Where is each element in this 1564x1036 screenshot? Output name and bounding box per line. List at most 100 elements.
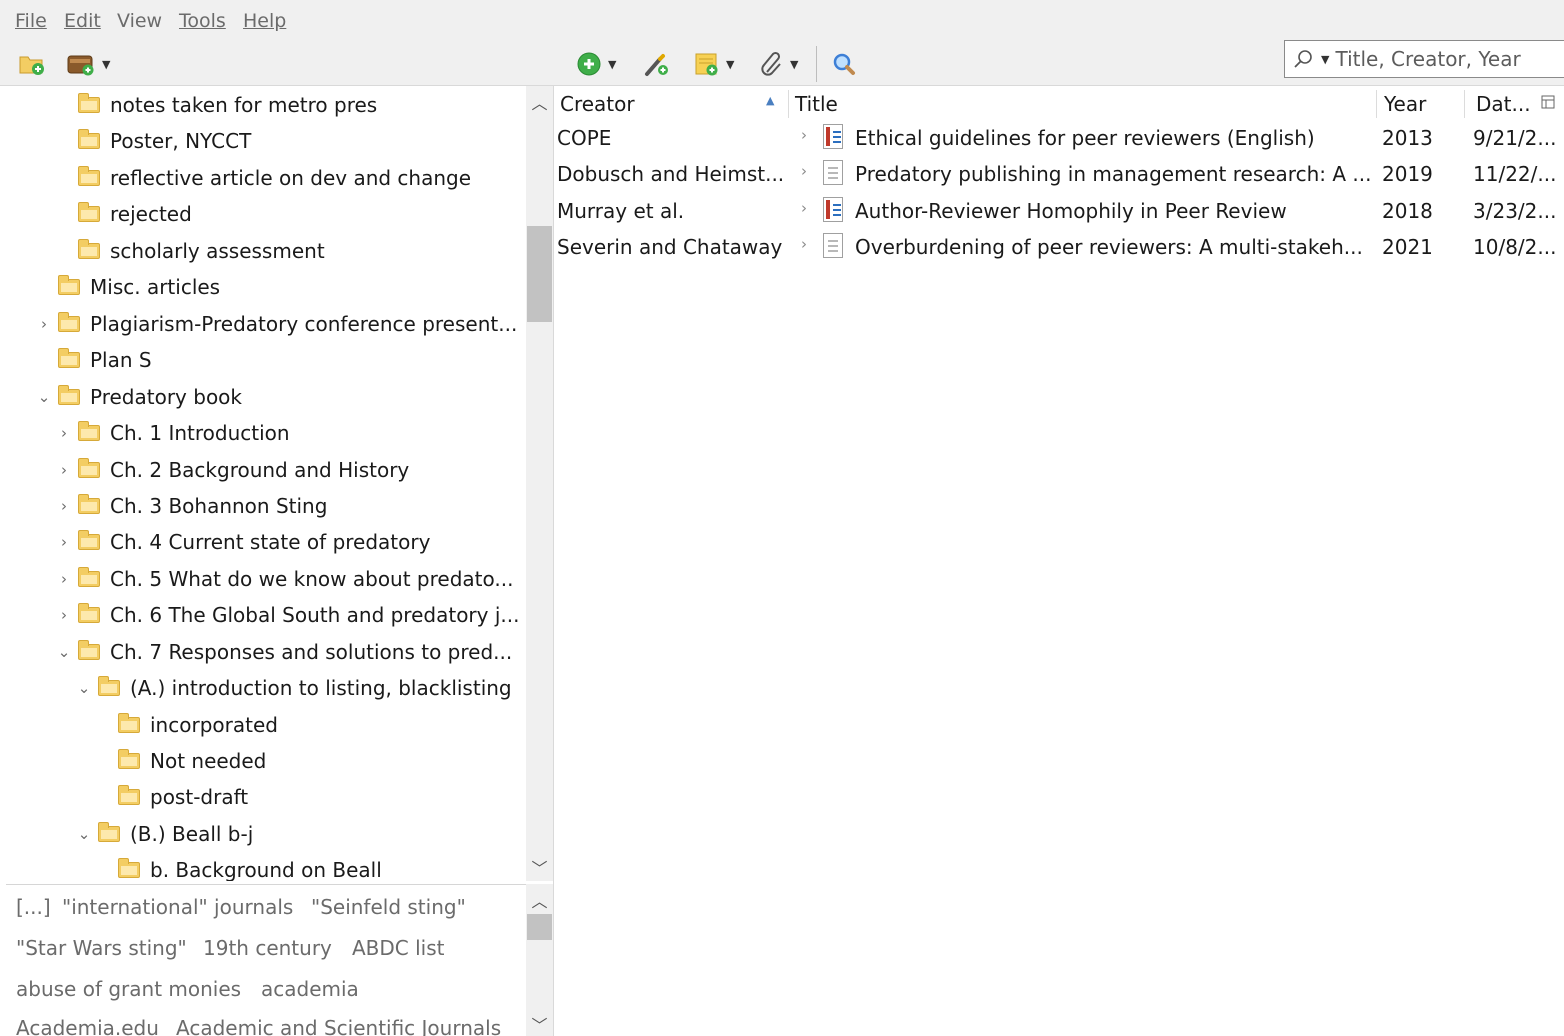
collection-label: b. Background on Beall [150, 858, 382, 881]
item-year: 2021 [1382, 235, 1433, 259]
scroll-up-icon[interactable]: ︿ [526, 888, 553, 912]
tag-item[interactable]: [...] [16, 895, 51, 919]
collection-item[interactable]: reflective article on dev and change [54, 160, 471, 196]
collection-label: Ch. 2 Background and History [110, 458, 410, 482]
scroll-up-icon[interactable]: ︿ [526, 90, 553, 114]
item-date: 9/21/2... [1473, 126, 1557, 150]
collection-item[interactable]: Poster, NYCCT [54, 123, 251, 159]
menu-edit[interactable]: Edit [64, 10, 101, 32]
tag-item[interactable]: "international" journals [62, 895, 293, 919]
collection-item[interactable]: Plan S [34, 342, 152, 378]
tag-item[interactable]: ABDC list [352, 936, 445, 960]
search-mode-dropdown[interactable]: ▼ [1321, 53, 1329, 66]
scroll-down-icon[interactable]: ﹀ [526, 1012, 553, 1036]
collection-item[interactable]: ⌄ (A.) introduction to listing, blacklist… [74, 670, 512, 706]
tag-item[interactable]: abuse of grant monies [16, 977, 241, 1001]
collection-item[interactable]: Not needed [94, 743, 266, 779]
collection-item[interactable]: scholarly assessment [54, 233, 325, 269]
add-attachment-button[interactable]: ▼ [760, 48, 798, 80]
collection-label: incorporated [150, 713, 278, 737]
collection-item[interactable]: › Ch. 2 Background and History [54, 452, 409, 488]
column-header-date[interactable]: Dat... [1476, 92, 1531, 116]
folder-icon [58, 275, 80, 295]
new-collection-icon [19, 56, 44, 75]
tag-item[interactable]: "Seinfeld sting" [311, 895, 466, 919]
column-header-creator[interactable]: Creator [560, 92, 635, 116]
chevron-right-icon[interactable]: › [54, 497, 74, 515]
new-item-button[interactable]: ▼ [576, 48, 616, 80]
chevron-right-icon[interactable]: › [54, 424, 74, 442]
item-row[interactable]: Dobusch and Heimst... › Predatory publis… [554, 156, 1564, 192]
tag-item[interactable]: Academic and Scientific Journals [176, 1016, 501, 1036]
chevron-right-icon[interactable]: › [54, 606, 74, 624]
collection-label: (B.) Beall b-j [130, 822, 254, 846]
item-title: Author-Reviewer Homophily in Peer Review [855, 199, 1287, 223]
chevron-down-icon[interactable]: ⌄ [74, 679, 94, 697]
column-divider[interactable] [1376, 90, 1377, 118]
collection-item[interactable]: Misc. articles [34, 269, 220, 305]
tag-item[interactable]: academia [261, 977, 359, 1001]
search-box[interactable]: ▼ [1284, 40, 1564, 78]
collection-item[interactable]: notes taken for metro pres [54, 87, 377, 123]
collection-label: notes taken for metro pres [110, 93, 378, 117]
collection-item[interactable]: › Ch. 6 The Global South and predatory j.… [54, 597, 519, 633]
item-row[interactable]: Severin and Chataway › Overburdening of … [554, 229, 1564, 265]
chevron-right-icon[interactable]: › [801, 126, 807, 144]
column-picker-icon[interactable] [1541, 94, 1555, 114]
collection-label: reflective article on dev and change [110, 166, 472, 190]
scroll-thumb[interactable] [527, 914, 552, 940]
collection-item[interactable]: post-draft [94, 779, 248, 815]
search-input[interactable] [1335, 47, 1536, 71]
tags-scrollbar[interactable]: ︿ ﹀ [526, 884, 553, 1036]
collection-item[interactable]: rejected [54, 196, 192, 232]
collection-item[interactable]: b. Background on Beall [94, 852, 382, 881]
new-library-button[interactable]: ▼ [66, 48, 110, 80]
column-divider[interactable] [1464, 90, 1465, 118]
scroll-thumb[interactable] [527, 226, 552, 322]
menu-file[interactable]: File [15, 10, 47, 32]
tag-item[interactable]: 19th century [203, 936, 332, 960]
menu-tools[interactable]: Tools [179, 10, 226, 32]
tag-item[interactable]: Academia.edu [16, 1016, 159, 1036]
new-collection-button[interactable] [18, 48, 46, 80]
collection-item[interactable]: › Ch. 3 Bohannon Sting [54, 488, 327, 524]
menu-help[interactable]: Help [243, 10, 286, 32]
chevron-right-icon[interactable]: › [801, 199, 807, 217]
item-creator: COPE [557, 126, 612, 150]
tag-item[interactable]: "Star Wars sting" [16, 936, 187, 960]
collection-item[interactable]: incorporated [94, 707, 278, 743]
collection-label: post-draft [150, 785, 249, 809]
item-row[interactable]: COPE › Ethical guidelines for peer revie… [554, 120, 1564, 156]
collection-item[interactable]: › Plagiarism-Predatory conference present… [34, 306, 517, 342]
column-header-title[interactable]: Title [795, 92, 838, 116]
collection-item[interactable]: › Ch. 1 Introduction [54, 415, 290, 451]
column-divider[interactable] [788, 90, 789, 118]
item-date: 11/22/... [1473, 162, 1557, 186]
add-by-identifier-button[interactable] [642, 48, 670, 80]
paperclip-icon [761, 51, 781, 76]
chevron-right-icon[interactable]: › [34, 315, 54, 333]
item-row[interactable]: Murray et al. › Author-Reviewer Homophil… [554, 193, 1564, 229]
chevron-right-icon[interactable]: › [54, 533, 74, 551]
advanced-search-button[interactable] [832, 48, 856, 80]
chevron-right-icon[interactable]: › [54, 461, 74, 479]
collection-item[interactable]: ⌄ (B.) Beall b-j [74, 816, 253, 852]
chevron-right-icon[interactable]: › [54, 570, 74, 588]
toolbar-divider [816, 46, 817, 82]
scroll-down-icon[interactable]: ﹀ [526, 855, 553, 879]
chevron-right-icon[interactable]: › [801, 235, 807, 253]
chevron-right-icon[interactable]: › [801, 162, 807, 180]
chevron-down-icon[interactable]: ⌄ [74, 825, 94, 843]
chevron-down-icon[interactable]: ⌄ [54, 643, 74, 661]
collection-item[interactable]: › Ch. 4 Current state of predatory [54, 524, 430, 560]
collection-label: (A.) introduction to listing, blacklisti… [130, 676, 512, 700]
new-note-button[interactable]: ▼ [694, 48, 734, 80]
collections-scrollbar[interactable]: ︿ ﹀ [526, 86, 553, 881]
chevron-down-icon[interactable]: ⌄ [34, 388, 54, 406]
column-header-year[interactable]: Year [1384, 92, 1426, 116]
collection-item[interactable]: › Ch. 5 What do we know about predato... [54, 561, 513, 597]
collection-item[interactable]: ⌄ Ch. 7 Responses and solutions to pred..… [54, 634, 512, 670]
folder-icon [78, 567, 100, 587]
collection-item[interactable]: ⌄ Predatory book [34, 379, 242, 415]
menu-view[interactable]: View [117, 10, 162, 32]
